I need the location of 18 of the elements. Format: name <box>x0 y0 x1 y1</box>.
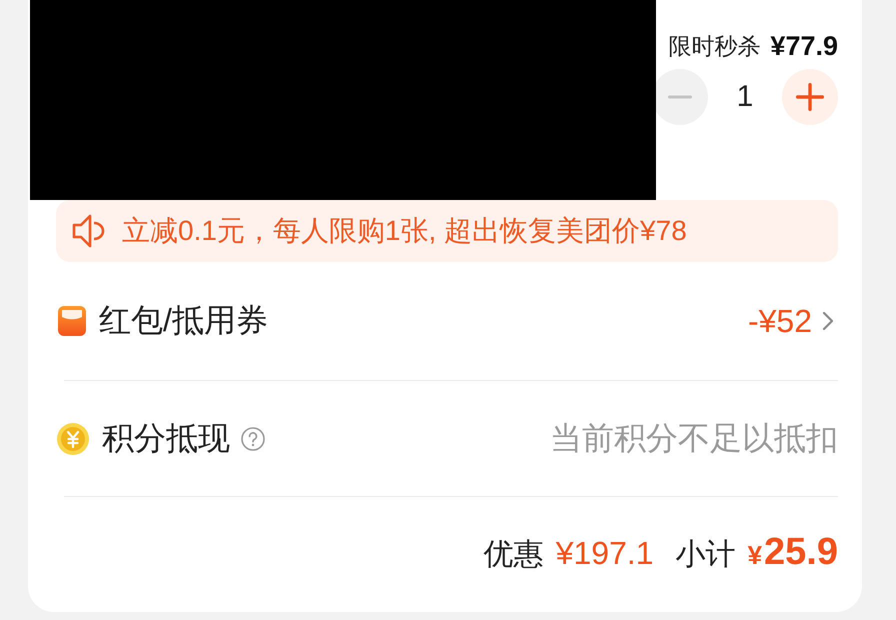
speaker-icon <box>72 213 106 249</box>
option-value: 当前积分不足以抵扣 <box>550 418 838 458</box>
subtotal-amount: ¥25.9 <box>748 531 838 574</box>
discount-label: 优惠 <box>484 537 544 573</box>
plus-icon <box>796 83 824 111</box>
promo-label: 限时秒杀 <box>668 32 760 60</box>
subtotal-label: 小计 <box>676 537 736 573</box>
quantity-value: 1 <box>736 80 754 114</box>
chevron-right-icon[interactable] <box>822 311 834 331</box>
minus-icon <box>668 95 692 99</box>
option-label: 积分抵现 <box>102 418 230 458</box>
option-label: 红包/抵用券 <box>99 301 268 340</box>
option-value[interactable]: -¥52 <box>748 302 812 340</box>
discount-amount: ¥197.1 <box>556 535 654 572</box>
envelope-icon <box>58 306 86 336</box>
notice-text: 立减0.1元，每人限购1张, 超出恢复美团价¥78 <box>122 214 687 248</box>
coin-icon <box>57 422 89 454</box>
product-price: ¥77.9 <box>770 30 838 62</box>
